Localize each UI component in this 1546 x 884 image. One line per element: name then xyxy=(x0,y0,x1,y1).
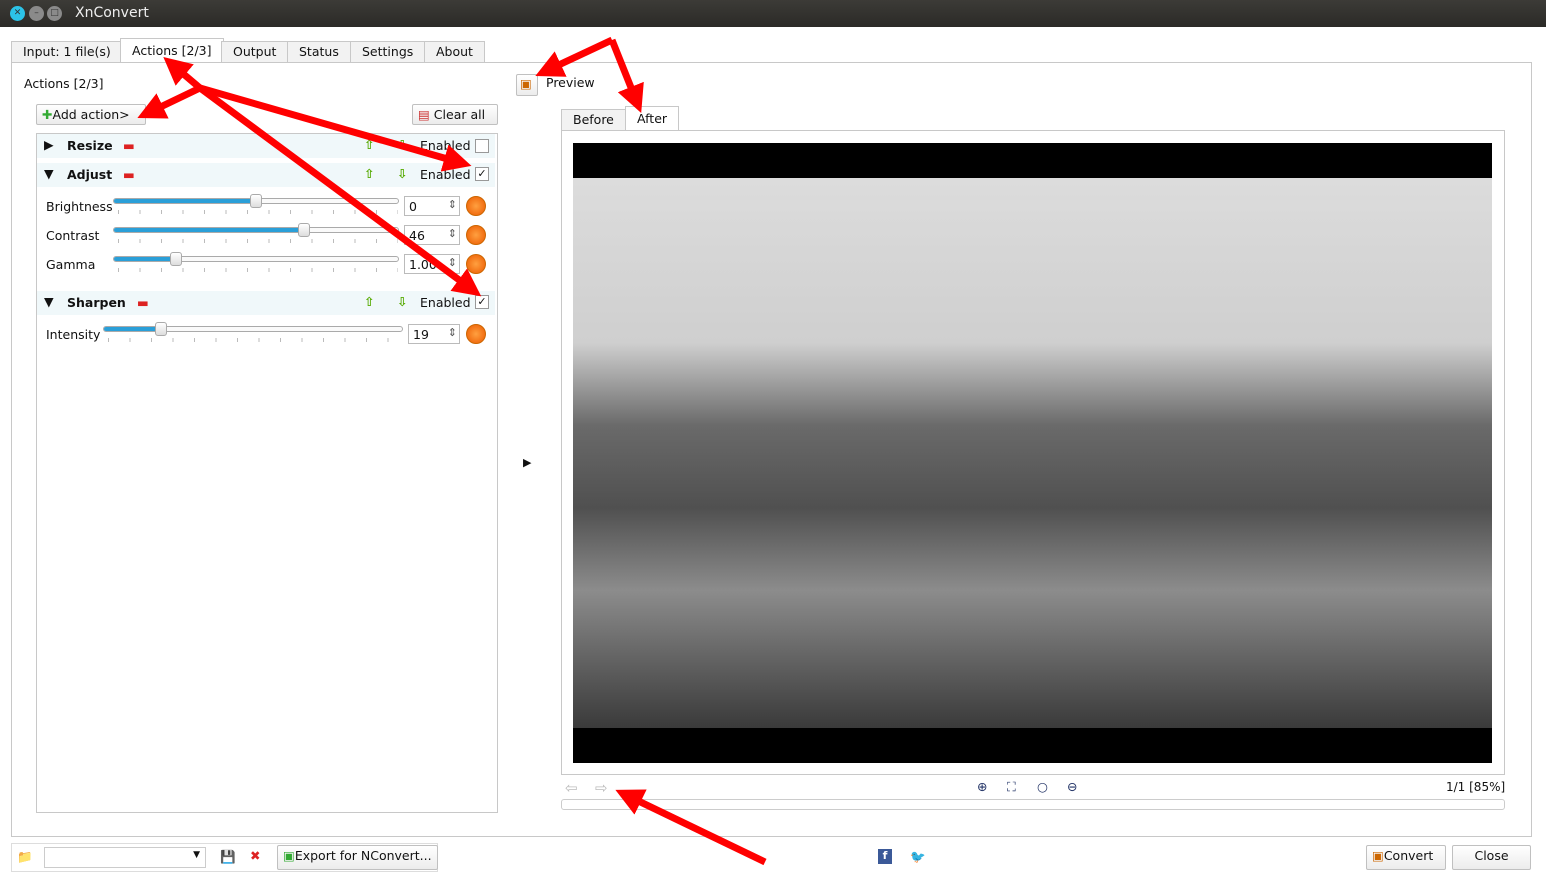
arrow xyxy=(608,38,644,113)
arrow xyxy=(197,85,482,297)
arrow xyxy=(137,84,202,119)
annotation-arrows xyxy=(137,36,767,866)
arrow xyxy=(199,84,472,172)
arrow xyxy=(535,36,614,77)
arrow xyxy=(163,56,203,91)
arrow xyxy=(615,789,767,866)
